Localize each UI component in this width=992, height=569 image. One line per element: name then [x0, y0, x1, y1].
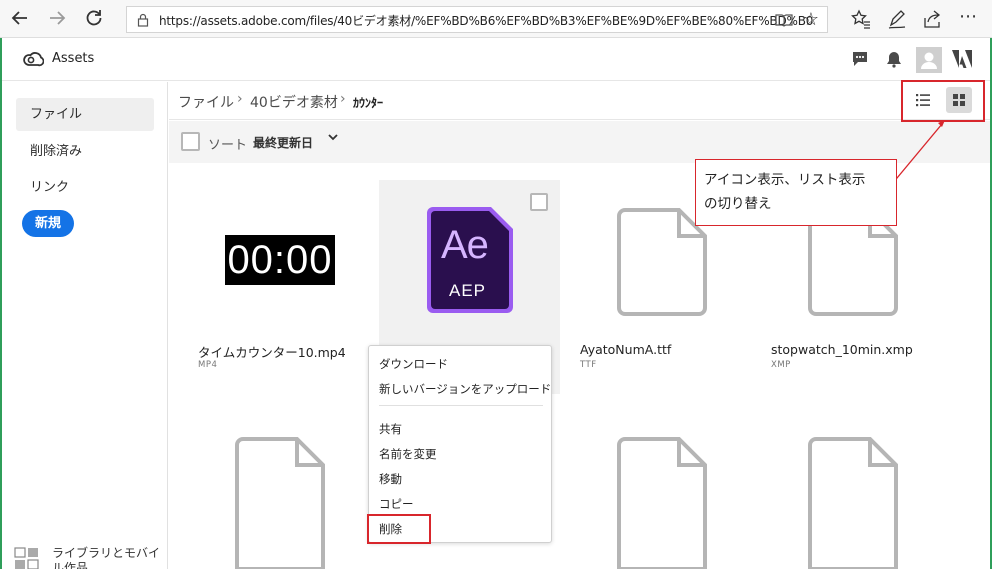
sidebar-item-files[interactable]: ファイル: [16, 98, 154, 131]
chevron-down-icon[interactable]: [327, 131, 339, 147]
annotation-line-2: の切り替え: [704, 196, 772, 212]
menu-item-rename[interactable]: 名前を変更: [379, 446, 437, 462]
breadcrumb: ファイル › 40ビデオ素材 › ｶｳﾝﾀｰ: [169, 82, 990, 120]
file-type: TTF: [580, 360, 597, 370]
sort-bar: ソート 最終更新日: [169, 121, 990, 163]
share-icon[interactable]: [922, 9, 942, 33]
sidebar-item-libraries[interactable]: ライブラリとモバイル作品: [52, 546, 162, 569]
annotation-callout: アイコン表示、リスト表示 の切り替え: [695, 159, 897, 226]
aep-badge: AEP: [449, 281, 487, 300]
bell-icon[interactable]: [886, 51, 902, 72]
file-name: stopwatch_10min.xmp: [771, 342, 913, 357]
chat-icon[interactable]: [852, 51, 868, 71]
annotation-line-1: アイコン表示、リスト表示: [704, 172, 866, 188]
menu-item-upload-version[interactable]: 新しいバージョンをアップロード: [379, 381, 551, 397]
refresh-icon[interactable]: [81, 7, 107, 31]
video-thumbnail: 00:00: [225, 235, 335, 285]
menu-item-copy[interactable]: コピー: [379, 496, 414, 512]
ae-label: Ae: [441, 223, 489, 267]
menu-item-download[interactable]: ダウンロード: [379, 356, 448, 372]
file-card[interactable]: タイムカウンター10.mp4 MP4: [187, 180, 368, 394]
menu-item-share[interactable]: 共有: [379, 421, 402, 437]
generic-file-icon[interactable]: [617, 436, 709, 569]
adobe-logo[interactable]: [952, 50, 972, 72]
url-text: https://assets.adobe.com/files/40ビデオ素材/%…: [159, 14, 814, 28]
file-name: AyatoNumA.ttf: [580, 342, 672, 357]
reading-view-icon[interactable]: [775, 12, 793, 31]
more-icon[interactable]: ⋯: [959, 6, 977, 27]
avatar[interactable]: [916, 47, 942, 73]
file-type: MP4: [198, 360, 218, 370]
generic-file-icon[interactable]: [808, 436, 900, 569]
delete-highlight-box: [367, 514, 431, 544]
app-header: Assets: [2, 39, 990, 81]
sidebar-item-deleted[interactable]: 削除済み: [16, 135, 154, 168]
sidebar-item-links[interactable]: リンク: [16, 171, 154, 204]
new-button[interactable]: 新規: [22, 210, 74, 237]
browser-toolbar: https://assets.adobe.com/files/40ビデオ素材/%…: [0, 0, 992, 38]
app-title: Assets: [52, 51, 95, 66]
breadcrumb-item[interactable]: 40ビデオ素材: [250, 92, 338, 112]
library-icon: [14, 547, 40, 569]
sort-dropdown[interactable]: 最終更新日: [253, 134, 313, 151]
file-name: タイムカウンター10.mp4: [198, 345, 346, 360]
view-toggle-highlight-box: [901, 80, 985, 122]
file-checkbox[interactable]: [530, 193, 548, 211]
menu-divider: [379, 405, 543, 406]
address-bar[interactable]: https://assets.adobe.com/files/40ビデオ素材/%…: [126, 6, 828, 33]
generic-file-icon[interactable]: [235, 436, 327, 569]
breadcrumb-current: ｶｳﾝﾀｰ: [353, 96, 384, 110]
pen-icon[interactable]: [887, 9, 907, 33]
after-effects-icon: Ae AEP: [425, 205, 515, 315]
sidebar: ファイル 削除済み リンク 新規 ライブラリとモバイル作品: [2, 82, 168, 569]
lock-icon: [137, 12, 149, 31]
breadcrumb-item[interactable]: ファイル: [178, 92, 234, 112]
favorite-star-icon[interactable]: ☆: [803, 9, 819, 30]
file-type: XMP: [771, 360, 791, 370]
main-content: ファイル › 40ビデオ素材 › ｶｳﾝﾀｰ ソート 最終更新日 タイムカウンタ…: [169, 82, 990, 569]
chevron-right-icon: ›: [340, 91, 346, 107]
chevron-right-icon: ›: [237, 91, 243, 107]
select-all-checkbox[interactable]: [181, 132, 200, 151]
sort-label: ソート: [208, 138, 248, 153]
menu-item-move[interactable]: 移動: [379, 471, 402, 487]
back-icon[interactable]: [7, 7, 33, 31]
favorites-icon[interactable]: [851, 9, 871, 33]
forward-icon[interactable]: [44, 7, 70, 31]
creative-cloud-logo[interactable]: [22, 50, 45, 72]
